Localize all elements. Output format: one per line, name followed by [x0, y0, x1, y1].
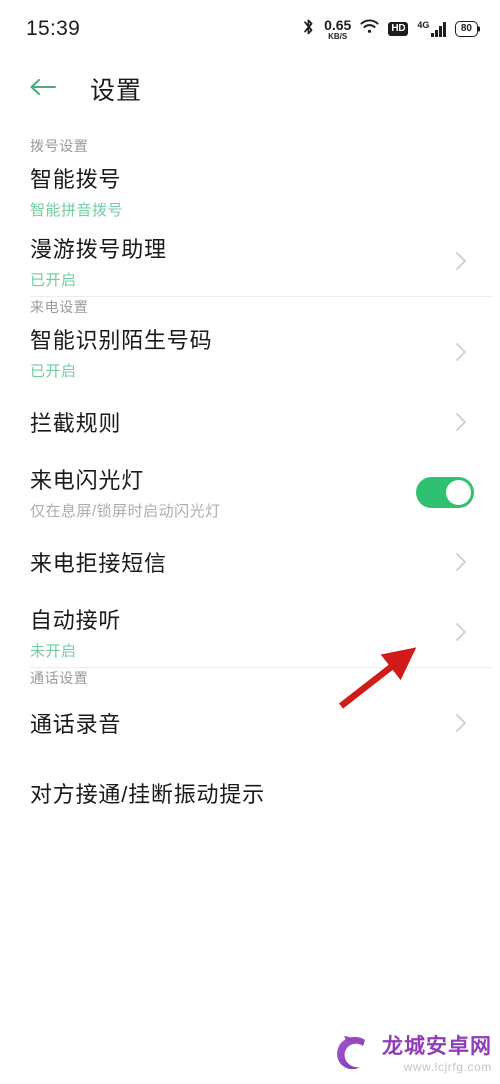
watermark-site-name: 龙城安卓网	[382, 1035, 492, 1058]
signal-bars-icon	[431, 22, 446, 37]
settings-row-text: 对方接通/挂断振动提示	[30, 777, 265, 809]
settings-row-text: 来电闪光灯仅在息屏/锁屏时启动闪光灯	[30, 463, 221, 521]
cellular-signal-indicator: 4G	[417, 21, 446, 37]
settings-row[interactable]: 对方接通/挂断振动提示	[0, 758, 500, 828]
section-label: 来电设置	[30, 299, 89, 315]
settings-row-text: 智能拨号智能拼音拨号	[30, 162, 123, 220]
settings-row-text: 来电拒接短信	[30, 546, 167, 578]
status-icons: 0.65 KB/S HD 4G 80	[302, 18, 478, 41]
settings-row-title: 智能拨号	[30, 167, 122, 192]
settings-list: 拨号设置 智能拨号 智能拼音拨号 漫游拨号助理 已开启 来电设置 智能识别陌生号码 已开启 拦截…	[0, 120, 500, 828]
settings-row-subtitle: 仅在息屏/锁屏时启动闪光灯	[30, 503, 221, 520]
chevron-right-icon	[456, 714, 466, 732]
network-speed-indicator: 0.65 KB/S	[324, 18, 351, 41]
settings-row-subtitle: 已开启	[30, 363, 77, 380]
back-arrow-icon	[28, 76, 58, 103]
watermark-url: www.lcjrfg.com	[403, 1060, 492, 1074]
chevron-right-icon	[456, 343, 466, 361]
settings-row-title: 自动接听	[30, 608, 122, 633]
bluetooth-icon	[302, 18, 315, 41]
settings-row[interactable]: 拦截规则	[0, 387, 500, 457]
status-time: 15:39	[26, 17, 81, 40]
status-bar: 15:39 0.65 KB/S HD 4G 80	[0, 0, 500, 58]
settings-row-title: 漫游拨号助理	[30, 237, 167, 262]
network-speed-value: 0.65	[324, 16, 352, 33]
section-label: 拨号设置	[30, 138, 89, 154]
settings-row[interactable]: 智能拨号智能拼音拨号	[0, 156, 500, 226]
settings-row-subtitle: 已开启	[30, 272, 77, 289]
watermark-text: 龙城安卓网 www.lcjrfg.com	[382, 1036, 492, 1073]
settings-row-text: 智能识别陌生号码已开启	[30, 323, 212, 381]
settings-row-title: 来电拒接短信	[30, 551, 167, 576]
dragon-logo-icon	[331, 1031, 375, 1078]
settings-row[interactable]: 来电闪光灯仅在息屏/锁屏时启动闪光灯	[0, 457, 500, 527]
settings-row-title: 对方接通/挂断振动提示	[30, 782, 265, 807]
settings-row-text: 漫游拨号助理 已开启	[30, 232, 167, 290]
wifi-icon	[360, 19, 379, 39]
toggle-knob	[446, 479, 471, 505]
back-button[interactable]	[26, 72, 60, 106]
hd-badge: HD	[388, 22, 409, 36]
settings-row-title: 智能识别陌生号码	[30, 328, 213, 353]
battery-indicator: 80	[454, 20, 478, 38]
watermark: 龙城安卓网 www.lcjrfg.com	[331, 1031, 492, 1078]
settings-row-text: 自动接听 未开启	[30, 603, 121, 661]
settings-row[interactable]: 来电拒接短信	[0, 527, 500, 597]
app-bar: 设置	[0, 58, 500, 120]
chevron-right-icon	[456, 252, 466, 270]
settings-row-text: 拦截规则	[30, 406, 121, 438]
chevron-right-icon	[456, 553, 466, 571]
network-type-label: 4G	[417, 20, 430, 30]
settings-row-subtitle: 智能拼音拨号	[30, 202, 124, 219]
page-title: 设置	[90, 77, 143, 105]
settings-row-title: 拦截规则	[30, 411, 122, 436]
settings-row[interactable]: 通话录音	[0, 688, 500, 758]
settings-row[interactable]: 漫游拨号助理 已开启	[0, 226, 500, 296]
network-speed-unit: KB/S	[328, 31, 348, 41]
settings-row-title: 来电闪光灯	[30, 468, 145, 493]
section-label: 通话设置	[30, 670, 89, 686]
settings-row-text: 通话录音	[30, 707, 121, 739]
flash-toggle-switch[interactable]	[416, 476, 474, 508]
settings-row-title: 通话录音	[30, 712, 122, 737]
chevron-right-icon	[456, 623, 466, 641]
phone-screen: 15:39 0.65 KB/S HD 4G 80 设置 拨号设置 智能拨号 智能…	[0, 0, 500, 1084]
settings-row[interactable]: 自动接听 未开启	[0, 597, 500, 667]
settings-row[interactable]: 智能识别陌生号码已开启	[0, 317, 500, 387]
chevron-right-icon	[456, 413, 466, 431]
settings-row-subtitle: 未开启	[30, 643, 77, 660]
